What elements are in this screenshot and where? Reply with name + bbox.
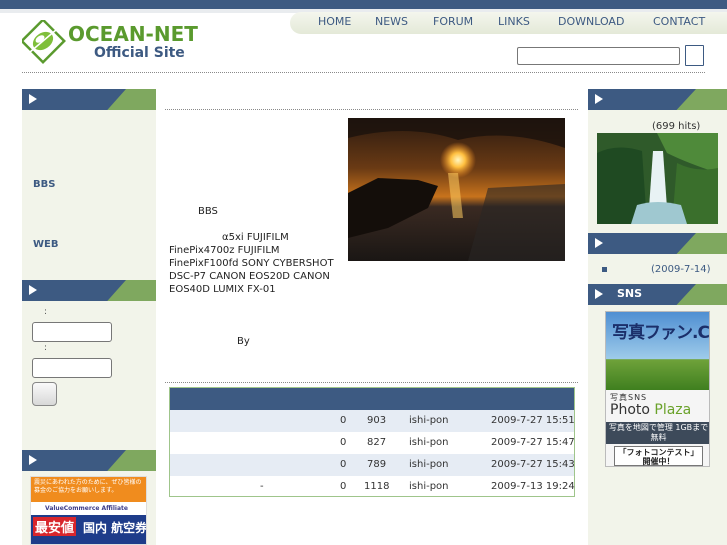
topics-table: 0 903 ishi-pon 2009-7-27 15:51 0 827 ish… — [169, 387, 575, 497]
search-button[interactable] — [685, 45, 704, 66]
sns-section-title: SNS — [617, 287, 643, 300]
nav-download[interactable]: DOWNLOAD — [558, 15, 624, 28]
table-header — [170, 388, 574, 410]
cell-date: 2009-7-27 15:47 — [491, 437, 575, 448]
cell-date: 2009-7-13 19:24 — [491, 481, 575, 492]
intro-line-5: DSC-P7 CANON EOS20D CANON — [169, 271, 330, 282]
sns-banner-brand: Photo Plaza — [610, 402, 691, 418]
right-section-header-photo — [588, 89, 727, 110]
nav-forum[interactable]: FORUM — [433, 15, 473, 28]
left-section-header-ad — [22, 450, 156, 471]
waterfall-photo[interactable] — [597, 133, 718, 224]
sidebar-link-bbs[interactable]: BBS — [33, 179, 55, 190]
login-button[interactable] — [32, 382, 57, 406]
main-nav: HOME NEWS FORUM LINKS DOWNLOAD CONTACT — [290, 12, 727, 34]
arrow-right-icon — [29, 455, 37, 465]
cell-replies: 0 — [340, 459, 347, 470]
photo-sns-banner[interactable]: 写真ファン.COM 写真SNS Photo Plaza 写真を地図で管理 1GB… — [605, 311, 710, 467]
sns-brand-plaza: Plaza — [654, 402, 692, 418]
nav-contact[interactable]: CONTACT — [653, 15, 705, 28]
cell-date: 2009-7-27 15:51 — [491, 415, 575, 426]
site-logo[interactable]: OCEAN-NET Official Site — [22, 20, 202, 68]
banner-white-text: 国内 航空券検索 — [83, 521, 147, 535]
table-row[interactable]: 0 789 ishi-pon 2009-7-27 15:43 — [170, 454, 575, 476]
logo-subtitle: Official Site — [94, 45, 185, 61]
username-field[interactable] — [32, 322, 112, 342]
affiliate-banner[interactable]: 震災にあわれた方のために、ぜひ皆様の募金のご協力をお願いします。 ValueCo… — [30, 476, 147, 545]
news-date[interactable]: (2009-7-14) — [651, 264, 711, 275]
cell-views: 1118 — [364, 481, 390, 492]
cell-replies: 0 — [340, 415, 347, 426]
cell-replies: 0 — [340, 481, 347, 492]
cell-views: 789 — [367, 459, 387, 470]
intro-line-4: FinePixF100fd SONY CYBERSHOT — [169, 258, 334, 269]
table-row[interactable]: 0 903 ishi-pon 2009-7-27 15:51 — [170, 410, 575, 432]
ocean-net-logo-icon — [22, 20, 66, 64]
photo-hit-count: (699 hits) — [652, 121, 701, 132]
cell-date: 2009-7-27 15:43 — [491, 459, 575, 470]
banner-red-text: 最安値 — [33, 517, 77, 536]
intro-line-2: α5xi FUJIFILM — [222, 232, 289, 243]
sns-banner-kanji: 写真ファン.COM — [612, 323, 709, 343]
cell-views: 903 — [367, 415, 387, 426]
cell-views: 827 — [367, 437, 387, 448]
bullet-icon — [602, 267, 607, 272]
nav-home[interactable]: HOME — [318, 15, 351, 28]
cell-author[interactable]: ishi-pon — [409, 459, 449, 470]
cell-replies: 0 — [340, 437, 347, 448]
right-section-header-news — [588, 233, 727, 254]
nav-news[interactable]: NEWS — [375, 15, 408, 28]
sunset-photo — [348, 118, 565, 261]
main-divider-bottom — [165, 382, 578, 383]
logo-title: OCEAN-NET — [68, 22, 198, 46]
right-section-header-sns: SNS — [588, 284, 727, 305]
left-section-header-login — [22, 280, 156, 301]
cell-author[interactable]: ishi-pon — [409, 481, 449, 492]
intro-line-3: FinePix4700z FUJIFILM — [169, 245, 280, 256]
arrow-right-icon — [595, 289, 603, 299]
cell-author[interactable]: ishi-pon — [409, 415, 449, 426]
sns-banner-contest: 「フォトコンテスト」開催中！ — [614, 446, 703, 466]
arrow-right-icon — [595, 94, 603, 104]
cell-title[interactable]: - — [260, 481, 264, 492]
arrow-right-icon — [29, 94, 37, 104]
table-row[interactable]: - 0 1118 ishi-pon 2009-7-13 19:24 — [170, 476, 575, 498]
banner-donation-text: 震災にあわれた方のために、ぜひ皆様の募金のご協力をお願いします。 — [31, 477, 146, 502]
nav-links[interactable]: LINKS — [498, 15, 530, 28]
login-user-label: : — [44, 307, 48, 317]
arrow-right-icon — [595, 238, 603, 248]
arrow-right-icon — [29, 285, 37, 295]
search-input[interactable] — [517, 47, 680, 65]
intro-by: By — [237, 336, 250, 347]
password-field[interactable] — [32, 358, 112, 378]
main-divider-top — [165, 109, 578, 110]
sidebar-link-web[interactable]: WEB — [33, 239, 58, 250]
cell-author[interactable]: ishi-pon — [409, 437, 449, 448]
header-divider — [22, 72, 705, 73]
banner-brand: ValueCommerce Affiliate — [31, 502, 146, 515]
intro-line-6: EOS40D LUMIX FX-01 — [169, 284, 276, 295]
intro-line-1: BBS — [198, 206, 218, 217]
top-accent-bar — [0, 0, 727, 9]
left-section-header-menu — [22, 89, 156, 110]
sns-banner-desc: 写真を地図で管理 1GBまで無料 — [606, 422, 709, 444]
login-pass-label: : — [44, 343, 48, 353]
table-row[interactable]: 0 827 ishi-pon 2009-7-27 15:47 — [170, 432, 575, 454]
sns-brand-photo: Photo — [610, 402, 650, 418]
